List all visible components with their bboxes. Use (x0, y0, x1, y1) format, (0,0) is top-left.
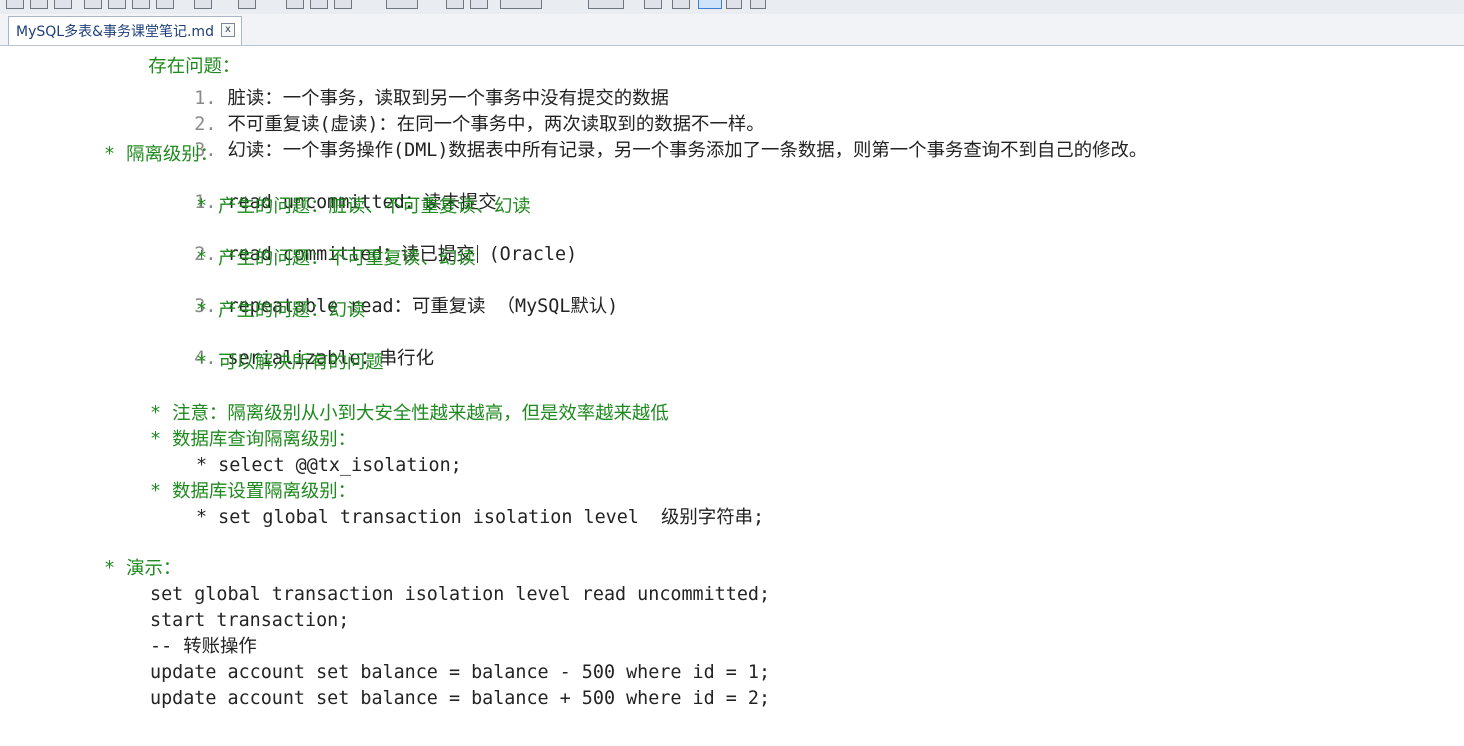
tab-strip: MySQL多表&事务课堂笔记.md x (0, 14, 1464, 46)
new-file-icon[interactable] (6, 0, 24, 9)
query-sql: * select @@tx_isolation; (196, 455, 462, 476)
demo-heading: * 演示： (104, 558, 182, 579)
replace-icon[interactable] (446, 0, 464, 9)
set-sql: * set global transaction isolation level… (196, 507, 765, 528)
zoom-in-icon[interactable] (470, 0, 488, 9)
paste-icon[interactable] (108, 0, 126, 9)
demo-line-5: update account set balance = balance + 5… (150, 688, 771, 709)
italic-icon[interactable] (238, 0, 256, 9)
outdent-icon[interactable] (334, 0, 352, 9)
editor-pane[interactable]: 存在问题： 1. 脏读：一个事务，读取到另一个事务中没有提交的数据 2. 不可重… (0, 46, 1464, 746)
find-icon[interactable] (386, 0, 418, 9)
level-extra: (Oracle) (488, 244, 578, 265)
zoom-out-icon[interactable] (500, 0, 542, 9)
cut-icon[interactable] (84, 0, 102, 9)
level-4-note: * 可以解决所有的问题 (196, 352, 384, 373)
save-icon[interactable] (30, 0, 48, 9)
query-heading: * 数据库查询隔离级别： (150, 429, 357, 450)
tab-document[interactable]: MySQL多表&事务课堂笔记.md x (8, 16, 242, 45)
problem-text: 幻读：一个事务操作(DML)数据表中所有记录，另一个事务添加了一条数据，则第一个… (227, 140, 1148, 161)
settings-icon[interactable] (726, 0, 742, 9)
redo-icon[interactable] (156, 0, 174, 9)
tab-close-button[interactable]: x (221, 23, 235, 37)
list-icon[interactable] (286, 0, 304, 9)
preview-icon[interactable] (588, 0, 624, 9)
indent-icon[interactable] (310, 0, 328, 9)
level-1-note: * 产生的问题：脏读、不可重复读、幻读 (196, 196, 531, 217)
demo-line-3: -- 转账操作 (150, 636, 257, 657)
bold-icon[interactable] (194, 0, 212, 9)
toggle-view-icon[interactable] (698, 0, 722, 9)
undo-icon[interactable] (132, 0, 150, 9)
set-heading: * 数据库设置隔离级别： (150, 481, 357, 502)
export-icon[interactable] (644, 0, 662, 9)
level-2-note: * 产生的问题：不可重复读、幻读 (196, 248, 476, 269)
demo-line-1: set global transaction isolation level r… (150, 584, 771, 605)
note-line: * 注意：隔离级别从小到大安全性越来越高，但是效率越来越低 (150, 403, 669, 424)
isolation-heading: * 隔离级别： (104, 144, 219, 165)
level-3-note: * 产生的问题：幻读 (196, 300, 366, 321)
document-icon[interactable] (750, 0, 766, 9)
demo-line-2: start transaction; (150, 610, 350, 631)
text-cursor (476, 245, 478, 263)
save-all-icon[interactable] (54, 0, 72, 9)
help-icon[interactable] (672, 0, 690, 9)
tab-label: MySQL多表&事务课堂笔记.md (16, 24, 214, 40)
toolbar (0, 0, 1464, 15)
demo-line-4: update account set balance = balance - 5… (150, 662, 771, 683)
